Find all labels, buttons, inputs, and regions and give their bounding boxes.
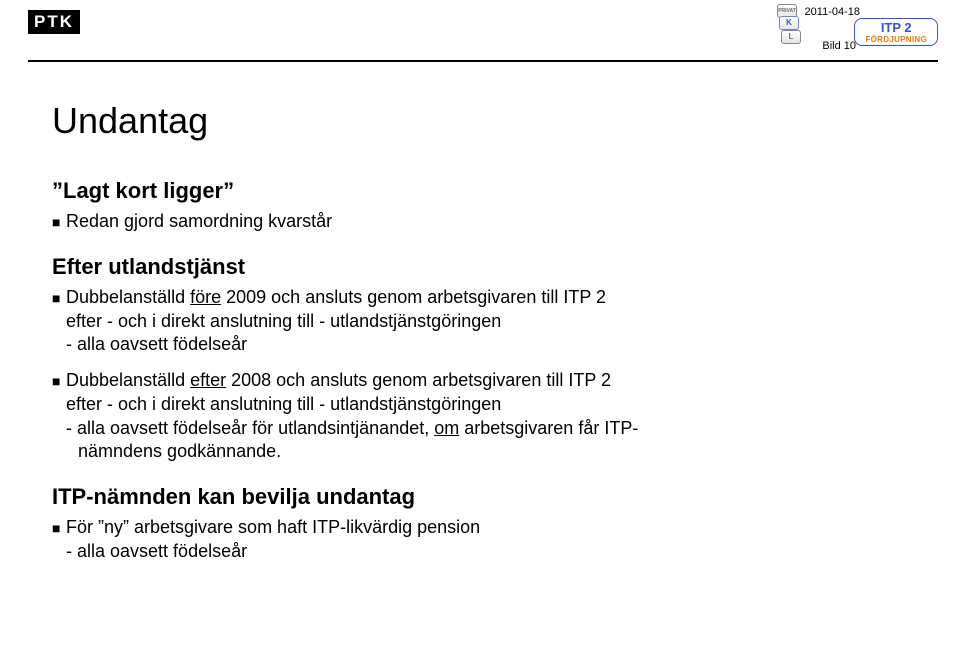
underline-text: före xyxy=(190,287,221,307)
bullet-marker-icon: ■ xyxy=(52,369,66,464)
bullet-item: ■ Dubbelanställd före 2009 och ansluts g… xyxy=(52,286,900,357)
heading-itp-namnden: ITP-nämnden kan bevilja undantag xyxy=(52,484,900,510)
logo-ptk: PTK xyxy=(28,10,80,34)
slide-page: PTK PRIVAT K L 2011-04-18 Bild 10 ITP 2 … xyxy=(0,0,960,650)
bullet-item: ■ För ”ny” arbetsgivare som haft ITP-lik… xyxy=(52,516,900,564)
bullet-marker-icon: ■ xyxy=(52,516,66,564)
bullet-text: Dubbelanställd före 2009 och ansluts gen… xyxy=(66,286,606,357)
slide-content: Undantag ”Lagt kort ligger” ■ Redan gjor… xyxy=(52,100,900,584)
bullet-text: För ”ny” arbetsgivare som haft ITP-likvä… xyxy=(66,516,480,564)
heading-utlandstjanst: Efter utlandstjänst xyxy=(52,254,900,280)
slide-header: PTK PRIVAT K L 2011-04-18 Bild 10 ITP 2 … xyxy=(0,0,960,60)
bullet-text: Redan gjord samordning kvarstår xyxy=(66,210,332,234)
bullet-item: ■ Redan gjord samordning kvarstår xyxy=(52,210,900,234)
itp2-subtitle: FÖRDJUPNING xyxy=(865,35,927,45)
bullet-text: Dubbelanställd efter 2008 och ansluts ge… xyxy=(66,369,638,464)
header-divider xyxy=(28,60,938,62)
slide-title: Undantag xyxy=(52,100,900,142)
slide-number: Bild 10 xyxy=(822,40,856,52)
underline-text: om xyxy=(434,418,459,438)
itp2-badge: ITP 2 FÖRDJUPNING xyxy=(854,18,938,46)
heading-lagt-kort: ”Lagt kort ligger” xyxy=(52,178,900,204)
section-itp-namnden: ITP-nämnden kan bevilja undantag ■ För ”… xyxy=(52,484,900,564)
bullet-marker-icon: ■ xyxy=(52,210,66,234)
section-lagt-kort: ”Lagt kort ligger” ■ Redan gjord samordn… xyxy=(52,178,900,234)
bullet-marker-icon: ■ xyxy=(52,286,66,357)
bullet-item: ■ Dubbelanställd efter 2008 och ansluts … xyxy=(52,369,900,464)
itp2-title: ITP 2 xyxy=(865,21,927,35)
section-utlandstjanst: Efter utlandstjänst ■ Dubbelanställd för… xyxy=(52,254,900,464)
underline-text: efter xyxy=(190,370,226,390)
card-k: K xyxy=(779,16,799,30)
slide-date: 2011-04-18 xyxy=(805,6,860,18)
card-l: L xyxy=(781,30,801,44)
